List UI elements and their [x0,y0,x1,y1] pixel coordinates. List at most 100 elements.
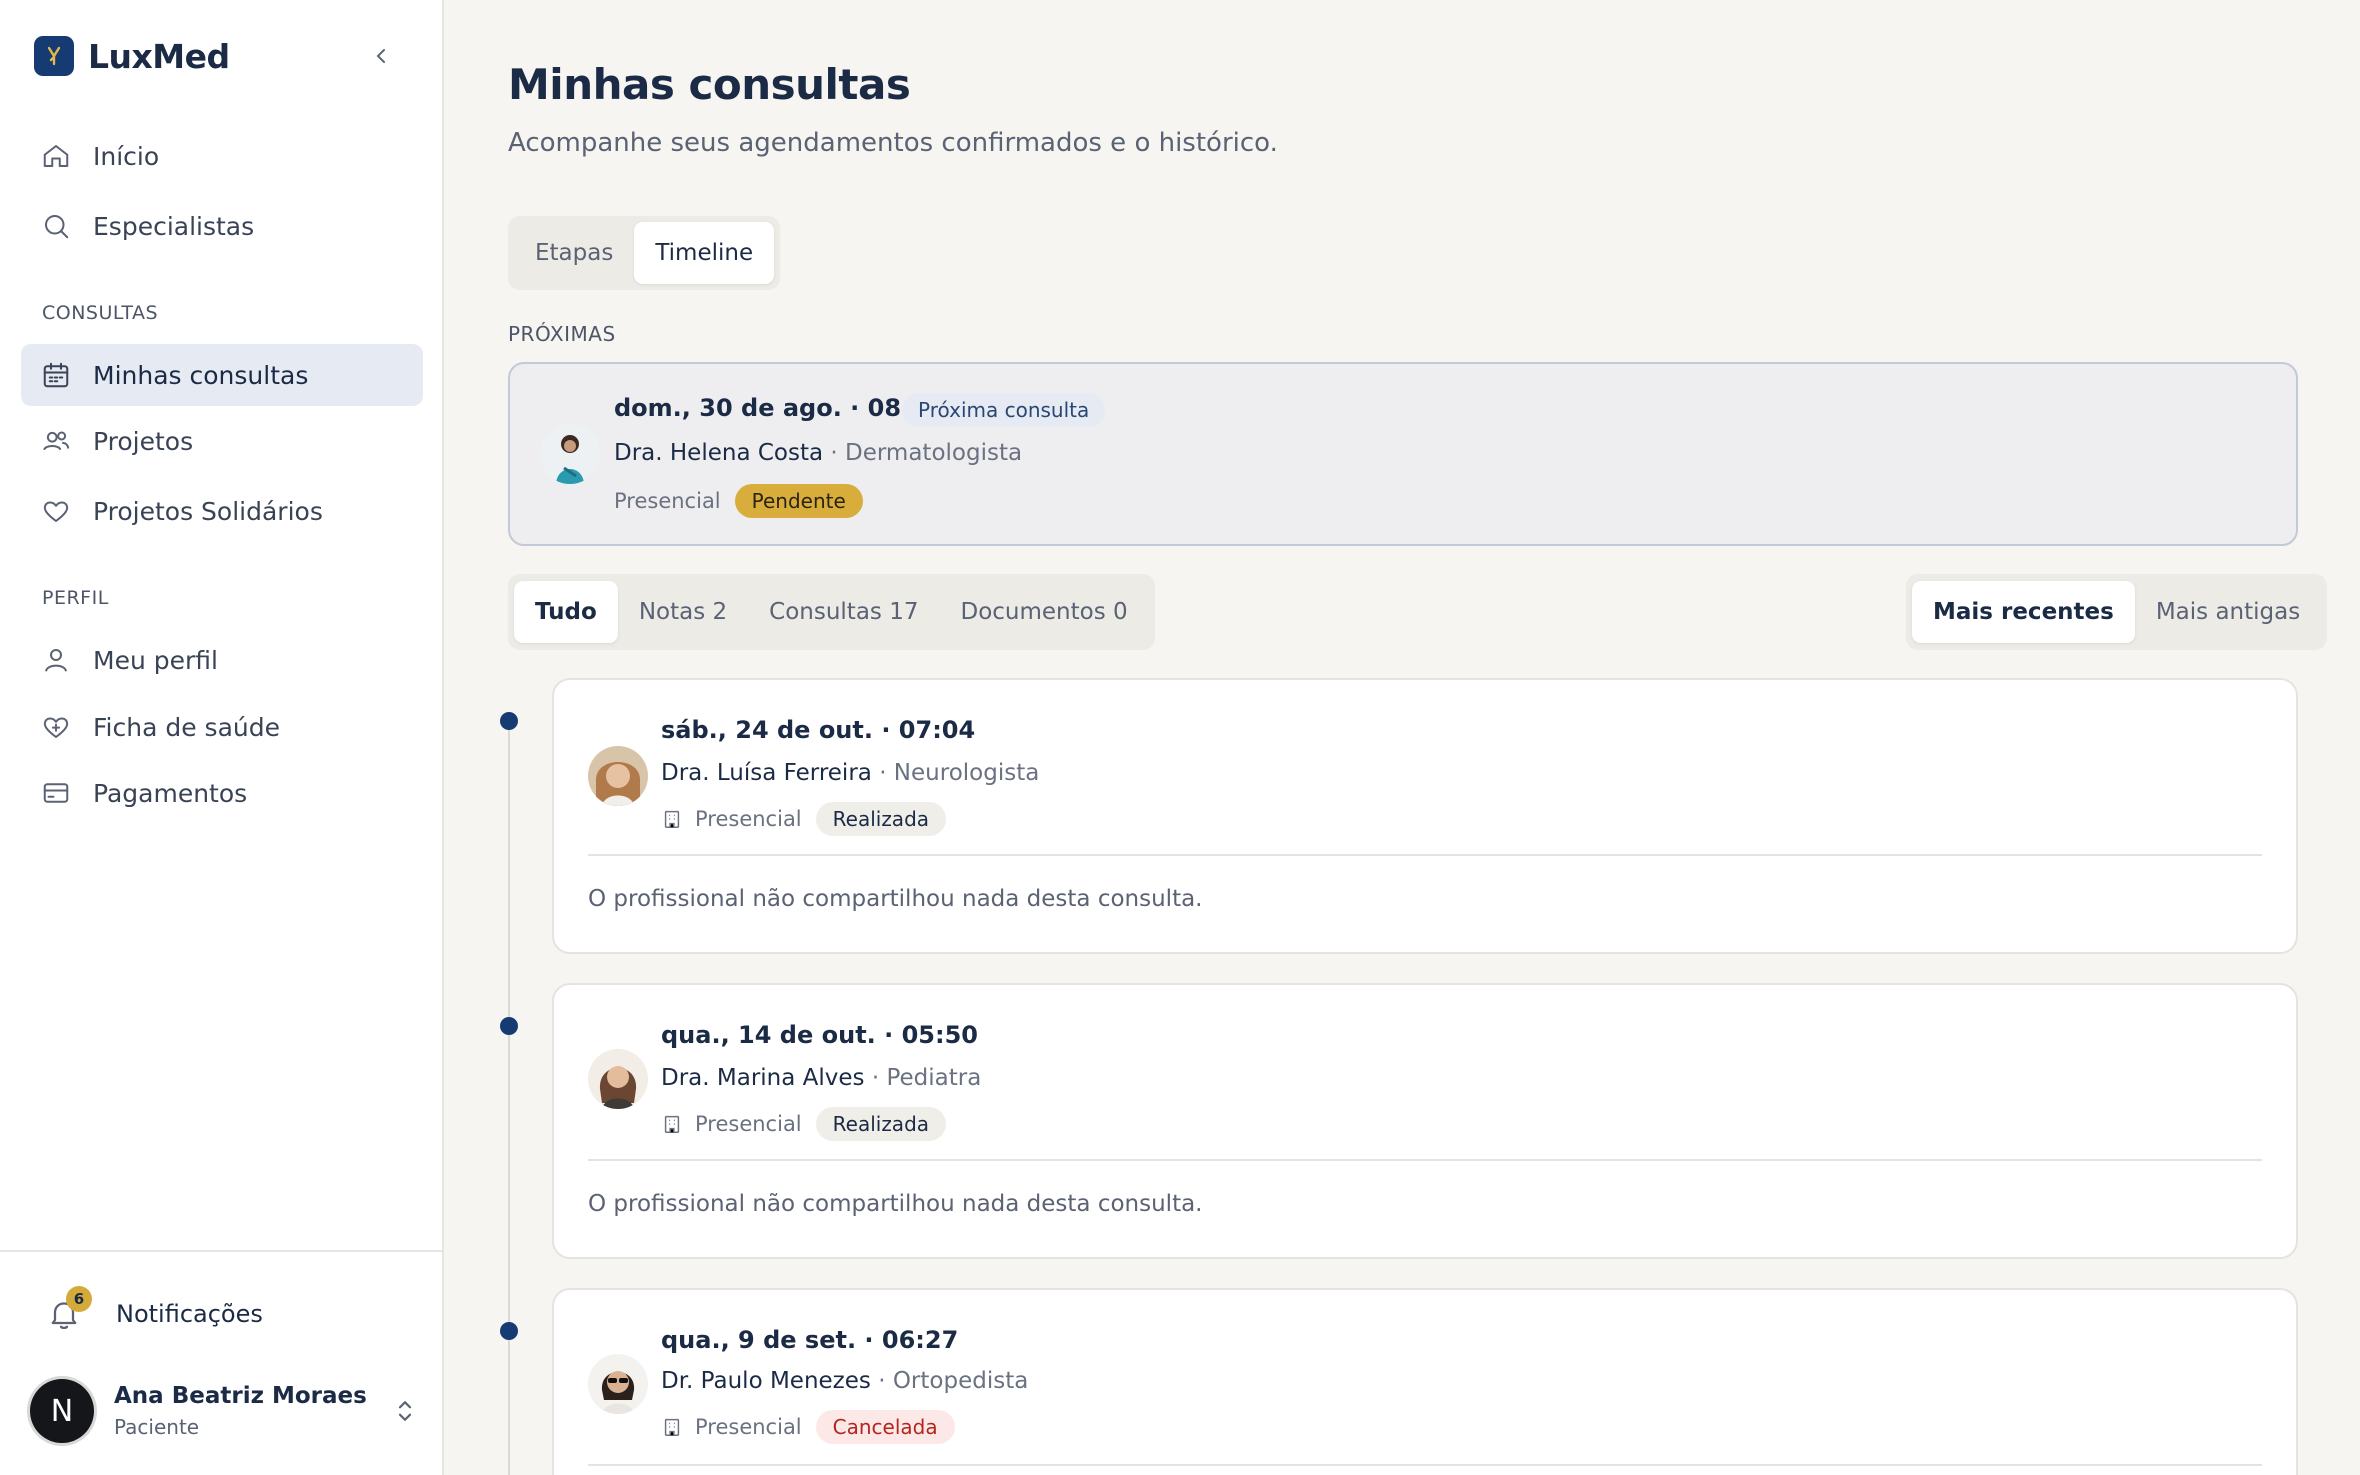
notification-count-badge: 6 [66,1286,92,1312]
divider [588,854,2262,856]
calendar-icon [43,362,69,388]
divider [588,1464,2262,1466]
chevron-up-down-icon[interactable] [390,1396,420,1426]
next-appointment-card[interactable]: dom., 30 de ago. · 08:00 Próxima consult… [508,362,2298,546]
doctor-avatar [540,424,600,484]
status-badge: Realizada [815,1107,947,1141]
doctor-avatar [588,746,648,806]
appointment-meta: Presencial Cancelada [661,1410,955,1444]
doctor-name: Dra. Helena Costa [614,440,824,466]
timeline-dot [500,1017,518,1035]
doctor-line: Dr. Paulo Menezes · Ortopedista [661,1368,1028,1394]
appointment-card[interactable]: qua., 14 de out. · 05:50 Dra. Marina Alv… [552,983,2298,1259]
section-label-consultas: CONSULTAS [42,302,159,324]
sidebar-item-meu-perfil[interactable]: Meu perfil [21,629,423,691]
doctor-avatar [588,1354,648,1414]
bell-icon: 6 [46,1286,92,1332]
sidebar-item-projetos-solidarios[interactable]: Projetos Solidários [21,480,423,542]
users-icon [43,431,70,451]
filter-documentos[interactable]: Documentos 0 [939,581,1148,643]
user-name: Ana Beatriz Moraes [114,1383,367,1409]
sidebar-item-label: Pagamentos [93,778,248,808]
sidebar-item-ficha-de-saude[interactable]: Ficha de saúde [21,696,423,758]
divider [588,1159,2262,1161]
appointment-meta: Presencial Realizada [661,802,947,836]
doctor-avatar [588,1049,648,1109]
appointment-card[interactable]: sáb., 24 de out. · 07:04 Dra. Luísa Ferr… [552,678,2298,954]
sidebar-item-label: Projetos Solidários [93,496,323,526]
page-title: Minhas consultas [508,60,911,109]
tab-timeline[interactable]: Timeline [634,222,775,284]
appointment-date: dom., 30 de ago. · 08:00 [614,394,945,422]
sort-mais-antigas[interactable]: Mais antigas [2135,581,2321,643]
filter-tabs: Tudo Notas 2 Consultas 17 Documentos 0 [508,574,1155,650]
avatar: N [30,1379,94,1443]
appointment-note: O profissional não compartilhou nada des… [588,1191,1203,1217]
notifications-button[interactable]: 6 Notificações [46,1286,263,1336]
sidebar-footer: 6 Notificações N Ana Beatriz Moraes Paci… [0,1250,444,1475]
collapse-sidebar-button[interactable] [366,40,398,72]
status-badge: Cancelada [815,1410,955,1444]
timeline-line [508,720,510,1475]
doctor-name: Dra. Marina Alves [661,1065,865,1091]
sidebar-item-label: Ficha de saúde [93,712,280,742]
view-tabs: Etapas Timeline [508,216,781,290]
appointment-meta: Presencial Pendente [614,484,863,518]
user-role: Paciente [114,1415,200,1439]
appointment-date: qua., 9 de set. · 06:27 [661,1326,959,1354]
sidebar-item-inicio[interactable]: Início [21,125,423,187]
sidebar-item-label: Minhas consultas [93,360,309,390]
search-icon [45,215,69,239]
section-label-proximas: PRÓXIMAS [508,322,616,346]
status-badge: Realizada [815,802,947,836]
brand-logo-icon [34,36,74,76]
user-icon [45,649,67,672]
status-badge: Pendente [734,484,863,518]
notifications-label: Notificações [116,1300,263,1328]
sidebar-item-projetos[interactable]: Projetos [21,410,423,472]
sidebar: LuxMed Início Especialistas CONSULTAS Mi… [0,0,444,1475]
user-menu[interactable]: N Ana Beatriz Moraes Paciente [30,1378,420,1444]
building-icon [664,1418,680,1436]
sidebar-item-label: Especialistas [93,211,255,241]
sort-mais-recentes[interactable]: Mais recentes [1912,581,2135,643]
brand-name: LuxMed [88,36,230,76]
timeline-dot [500,712,518,730]
home-icon [43,145,69,167]
doctor-specialty: · Ortopedista [878,1368,1029,1394]
chevron-left-icon [376,49,385,63]
sidebar-item-label: Meu perfil [93,645,218,675]
sidebar-item-label: Início [93,141,160,171]
credit-card-icon [43,783,69,803]
heart-plus-icon [43,717,69,738]
doctor-line: Dra. Helena Costa · Dermatologista [614,440,1022,466]
appointment-mode: Presencial [614,489,721,513]
filter-tudo[interactable]: Tudo [514,581,618,643]
heart-icon [43,501,69,522]
appointment-meta: Presencial Realizada [661,1107,947,1141]
doctor-name: Dra. Luísa Ferreira [661,760,872,786]
doctor-specialty: · Neurologista [879,760,1040,786]
doctor-line: Dra. Luísa Ferreira · Neurologista [661,760,1039,786]
doctor-specialty: · Dermatologista [830,440,1023,466]
sidebar-item-minhas-consultas[interactable]: Minhas consultas [21,344,423,406]
appointment-mode: Presencial [695,807,802,831]
sidebar-item-label: Projetos [93,426,194,456]
appointment-mode: Presencial [695,1112,802,1136]
appointment-mode: Presencial [695,1415,802,1439]
page-subtitle: Acompanhe seus agendamentos confirmados … [508,128,1278,158]
sidebar-item-pagamentos[interactable]: Pagamentos [21,762,423,824]
sort-tabs: Mais recentes Mais antigas [1906,574,2328,650]
appointment-date: qua., 14 de out. · 05:50 [661,1021,979,1049]
appointment-card[interactable]: qua., 9 de set. · 06:27 Dr. Paulo Meneze… [552,1288,2298,1475]
doctor-specialty: · Pediatra [871,1065,982,1091]
brand[interactable]: LuxMed [34,35,230,77]
building-icon [664,1115,680,1133]
sidebar-item-especialistas[interactable]: Especialistas [21,195,423,257]
doctor-line: Dra. Marina Alves · Pediatra [661,1065,981,1091]
filter-consultas[interactable]: Consultas 17 [748,581,939,643]
appointment-date: sáb., 24 de out. · 07:04 [661,716,976,744]
tab-etapas[interactable]: Etapas [514,222,634,284]
filter-notas[interactable]: Notas 2 [618,581,748,643]
section-label-perfil: PERFIL [42,587,109,609]
